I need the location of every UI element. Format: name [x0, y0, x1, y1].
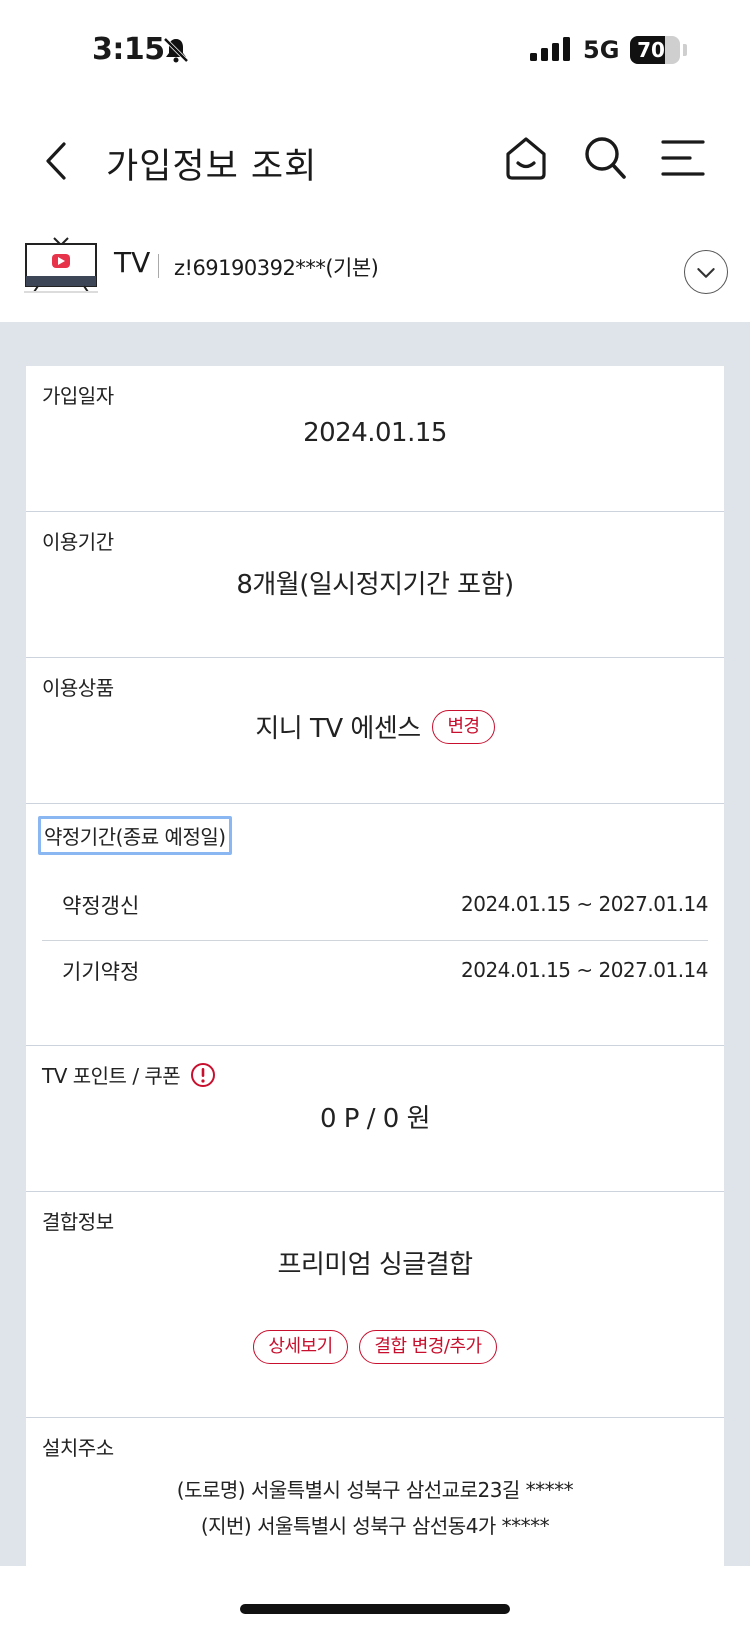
usage-period-label: 이용기간	[42, 530, 114, 554]
page-title: 가입정보 조회	[106, 147, 318, 187]
section-points: TV 포인트 / 쿠폰 0 P / 0 원	[26, 1046, 724, 1192]
bell-muted-icon	[163, 37, 189, 63]
product-value-row: 지니 TV 에센스 변경	[26, 708, 724, 745]
points-value: 0 P / 0 원	[319, 1104, 431, 1134]
road-address: (도로명) 서울특별시 성북구 삼선교로23길 *****	[176, 1478, 574, 1502]
subscription-info-card: 가입일자 2024.01.15 이용기간 8개월(일시정지기간 포함) 이용상품…	[26, 366, 724, 1566]
signal-icon	[530, 37, 570, 61]
device-contract-label: 기기약정	[62, 960, 140, 984]
usage-period-value: 8개월(일시정지기간 포함)	[236, 570, 514, 600]
network-type: 5G	[583, 36, 620, 64]
info-alert-icon[interactable]	[190, 1062, 216, 1088]
product-name: 지니 TV 에센스	[255, 714, 421, 744]
bundle-label: 결합정보	[42, 1210, 114, 1234]
bundle-detail-button[interactable]: 상세보기	[253, 1330, 348, 1364]
home-indicator[interactable]	[240, 1604, 510, 1614]
service-divider	[158, 254, 159, 278]
device-contract-value: 2024.01.15 ~ 2027.01.14	[461, 958, 709, 982]
contract-divider	[42, 940, 708, 941]
bundle-buttons: 상세보기 결합 변경/추가	[26, 1330, 724, 1364]
tv-icon	[24, 237, 98, 293]
home-icon[interactable]	[503, 134, 549, 182]
menu-icon[interactable]	[660, 136, 706, 180]
service-selector[interactable]: TV z!69190392***(기본)	[0, 232, 750, 322]
status-time: 3:15	[92, 32, 165, 67]
points-label: TV 포인트 / 쿠폰	[42, 1064, 181, 1088]
product-label: 이용상품	[42, 676, 114, 700]
chevron-down-icon[interactable]	[684, 250, 728, 294]
contract-label: 약정기간(종료 예정일)	[38, 816, 232, 855]
change-product-button[interactable]: 변경	[432, 709, 495, 744]
contract-renewal-label: 약정갱신	[62, 894, 140, 918]
bottom-bar	[0, 1566, 750, 1626]
app-header: 가입정보 조회	[0, 120, 750, 200]
bundle-value: 프리미엄 싱글결합	[277, 1250, 473, 1280]
section-product: 이용상품 지니 TV 에센스 변경	[26, 658, 724, 804]
contract-renewal-value: 2024.01.15 ~ 2027.01.14	[461, 892, 709, 916]
address-label: 설치주소	[42, 1436, 114, 1460]
section-address: 설치주소 (도로명) 서울특별시 성북구 삼선교로23길 ***** (지번) …	[26, 1418, 724, 1566]
service-name: TV	[114, 246, 151, 279]
back-icon[interactable]	[38, 136, 78, 186]
service-id: z!69190392***(기본)	[174, 256, 379, 280]
join-date-value: 2024.01.15	[303, 418, 447, 448]
search-icon[interactable]	[582, 134, 628, 182]
section-bundle: 결합정보 프리미엄 싱글결합 상세보기 결합 변경/추가	[26, 1192, 724, 1418]
section-join-date: 가입일자 2024.01.15	[26, 366, 724, 512]
join-date-label: 가입일자	[42, 384, 114, 408]
battery-percent: 70	[637, 38, 665, 62]
battery-icon: 70	[630, 36, 680, 64]
battery-tip	[683, 44, 687, 56]
lot-address: (지번) 서울특별시 성북구 삼선동4가 *****	[200, 1514, 550, 1538]
bundle-change-button[interactable]: 결합 변경/추가	[359, 1330, 497, 1364]
section-contract: 약정기간(종료 예정일) 약정갱신 2024.01.15 ~ 2027.01.1…	[26, 804, 724, 1046]
points-label-row: TV 포인트 / 쿠폰	[42, 1060, 216, 1089]
status-bar: 3:15 5G 70	[0, 0, 750, 100]
section-usage-period: 이용기간 8개월(일시정지기간 포함)	[26, 512, 724, 658]
